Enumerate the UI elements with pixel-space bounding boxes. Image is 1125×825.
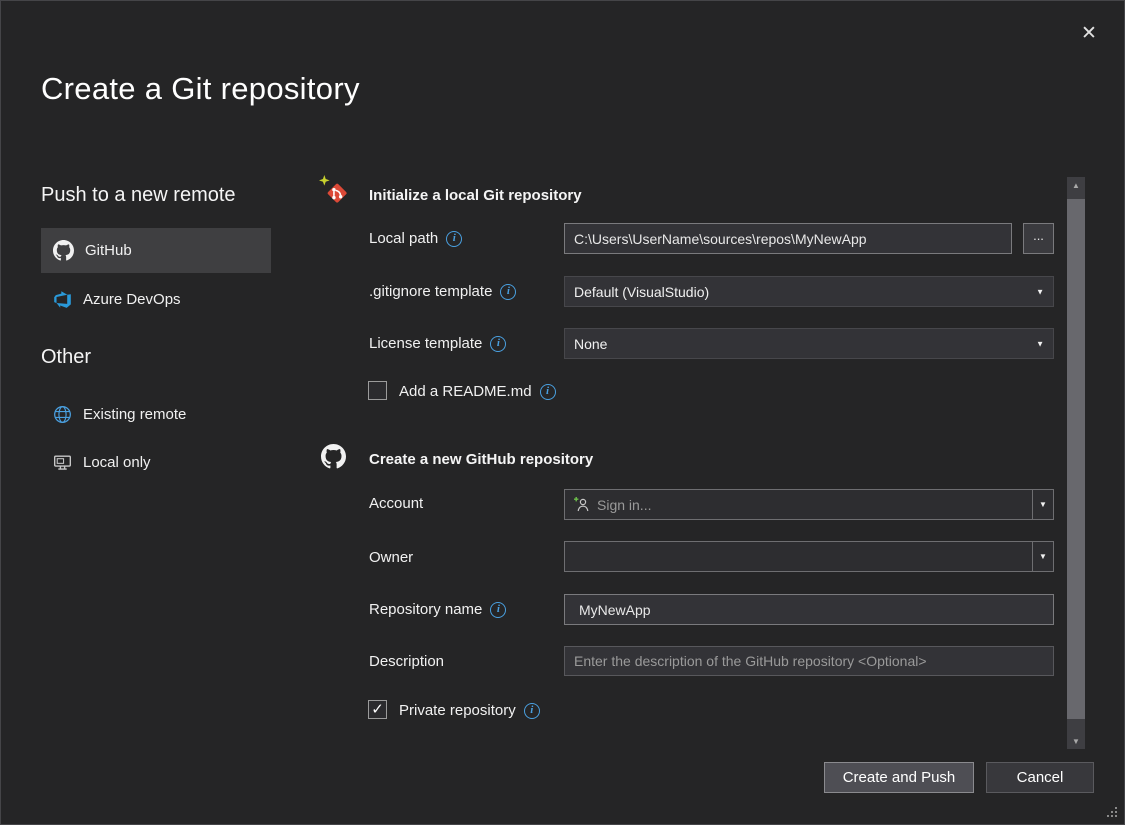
resize-grip[interactable] [1105, 805, 1119, 819]
check-icon: ✓ [371, 702, 384, 717]
gitignore-dropdown[interactable]: Default (VisualStudio) ▼ [564, 276, 1054, 307]
private-repo-label: Private repository i [399, 702, 540, 719]
license-label: License template i [369, 335, 506, 352]
owner-label-text: Owner [369, 549, 413, 566]
readme-label: Add a README.md i [399, 383, 556, 400]
sign-in-icon [573, 496, 590, 513]
sidebar-item-label: GitHub [85, 242, 132, 259]
init-section-heading: Initialize a local Git repository [369, 187, 582, 204]
private-repo-label-text: Private repository [399, 702, 516, 719]
sidebar-item-azure-devops[interactable]: Azure DevOps [41, 278, 271, 320]
info-icon[interactable]: i [524, 703, 540, 719]
sidebar-item-existing-remote[interactable]: Existing remote [41, 395, 271, 433]
license-value: None [574, 336, 607, 352]
local-path-label-text: Local path [369, 230, 438, 247]
sidebar-item-label: Existing remote [83, 406, 186, 423]
gitignore-label-text: .gitignore template [369, 283, 492, 300]
license-label-text: License template [369, 335, 482, 352]
create-git-repo-dialog: ✕ Create a Git repository Push to a new … [0, 0, 1125, 825]
create-and-push-label: Create and Push [843, 769, 956, 786]
owner-dropdown-button[interactable]: ▼ [1032, 542, 1053, 571]
readme-label-text: Add a README.md [399, 383, 532, 400]
other-heading: Other [41, 346, 91, 369]
github-icon [321, 444, 346, 469]
repo-name-label-text: Repository name [369, 601, 482, 618]
azure-devops-icon [53, 290, 72, 309]
dialog-title: Create a Git repository [41, 71, 360, 107]
close-icon: ✕ [1081, 22, 1097, 45]
local-path-input[interactable] [564, 223, 1012, 254]
info-icon[interactable]: i [490, 602, 506, 618]
globe-icon [53, 405, 72, 424]
browse-button[interactable]: ... [1023, 223, 1054, 254]
create-and-push-button[interactable]: Create and Push [824, 762, 974, 793]
git-icon [319, 175, 351, 207]
cancel-button[interactable]: Cancel [986, 762, 1094, 793]
sidebar-item-github[interactable]: GitHub [41, 228, 271, 273]
chevron-down-icon: ▼ [1039, 552, 1047, 561]
push-remote-heading: Push to a new remote [41, 184, 236, 207]
sidebar-item-label: Azure DevOps [83, 291, 181, 308]
account-dropdown-button[interactable]: ▼ [1032, 490, 1053, 519]
readme-checkbox[interactable] [368, 381, 387, 400]
scroll-down-button[interactable]: ▼ [1067, 733, 1085, 749]
account-dropdown[interactable]: Sign in... ▼ [564, 489, 1054, 520]
private-repo-checkbox[interactable]: ✓ [368, 700, 387, 719]
repo-name-label: Repository name i [369, 601, 506, 618]
vertical-scrollbar[interactable]: ▲ ▼ [1067, 177, 1085, 749]
chevron-down-icon: ▼ [1039, 500, 1047, 509]
license-dropdown[interactable]: None ▼ [564, 328, 1054, 359]
github-section-heading: Create a new GitHub repository [369, 451, 593, 468]
monitor-icon [53, 453, 72, 472]
scroll-down-icon: ▼ [1072, 737, 1080, 746]
repo-name-input[interactable] [564, 594, 1054, 625]
account-label: Account [369, 495, 423, 512]
owner-label: Owner [369, 549, 413, 566]
chevron-down-icon[interactable]: ▼ [1036, 339, 1044, 348]
info-icon[interactable]: i [446, 231, 462, 247]
info-icon[interactable]: i [490, 336, 506, 352]
github-icon [53, 240, 74, 261]
owner-dropdown[interactable]: ▼ [564, 541, 1054, 572]
scrollbar-thumb[interactable] [1067, 199, 1085, 719]
browse-label: ... [1033, 229, 1044, 242]
cancel-label: Cancel [1017, 769, 1064, 786]
account-value: Sign in... [597, 497, 651, 513]
scroll-up-button[interactable]: ▲ [1067, 177, 1085, 193]
gitignore-value: Default (VisualStudio) [574, 284, 709, 300]
info-icon[interactable]: i [500, 284, 516, 300]
description-label: Description [369, 653, 444, 670]
description-input[interactable] [564, 646, 1054, 676]
account-label-text: Account [369, 495, 423, 512]
chevron-down-icon[interactable]: ▼ [1036, 287, 1044, 296]
scroll-up-icon: ▲ [1072, 181, 1080, 190]
gitignore-label: .gitignore template i [369, 283, 516, 300]
local-path-label: Local path i [369, 230, 462, 247]
sidebar-item-local-only[interactable]: Local only [41, 442, 271, 482]
info-icon[interactable]: i [540, 384, 556, 400]
sidebar-item-label: Local only [83, 454, 151, 471]
description-label-text: Description [369, 653, 444, 670]
close-button[interactable]: ✕ [1071, 15, 1107, 51]
